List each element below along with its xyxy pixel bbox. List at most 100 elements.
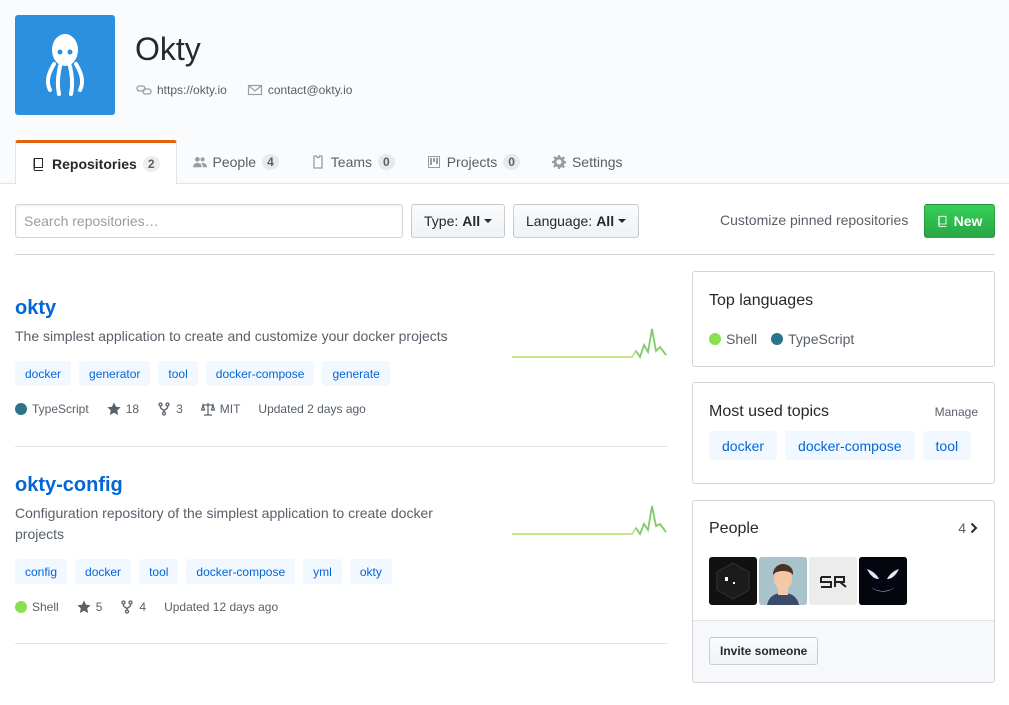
language-item[interactable]: TypeScript bbox=[771, 331, 854, 347]
language-color-dot bbox=[709, 333, 721, 345]
stars-count: 18 bbox=[125, 402, 140, 416]
law-icon bbox=[200, 402, 215, 416]
updated-time: Updated 2 days ago bbox=[258, 402, 366, 416]
repo-language: TypeScript bbox=[15, 402, 89, 416]
divider bbox=[15, 643, 668, 644]
repo-stars[interactable]: 18 bbox=[107, 402, 139, 416]
language-item[interactable]: Shell bbox=[709, 331, 757, 347]
star-icon bbox=[77, 600, 91, 613]
tab-people[interactable]: People 4 bbox=[177, 140, 295, 184]
topic-tag[interactable]: tool bbox=[158, 361, 198, 386]
topic-tag[interactable]: config bbox=[15, 559, 68, 584]
repo-name-link[interactable]: okty-config bbox=[15, 474, 668, 497]
invite-someone-button[interactable]: Invite someone bbox=[709, 637, 819, 665]
topics-title: Most used topics bbox=[709, 403, 830, 420]
caret-down-icon bbox=[484, 219, 493, 223]
repo-language: Shell bbox=[15, 600, 59, 614]
repo-forks[interactable]: 4 bbox=[120, 600, 146, 614]
topic-tag[interactable]: okty bbox=[349, 559, 392, 584]
tab-label: Projects bbox=[446, 154, 498, 170]
tab-settings[interactable]: Settings bbox=[536, 140, 639, 184]
people-box: People 4 Invite someone bbox=[692, 500, 995, 683]
tab-label: Teams bbox=[330, 154, 373, 170]
repo-license: MIT bbox=[200, 402, 241, 416]
new-button-label: New bbox=[953, 213, 983, 229]
repo-description: The simplest application to create and c… bbox=[15, 328, 448, 344]
tab-counter: 2 bbox=[142, 155, 160, 172]
language-name: TypeScript bbox=[788, 331, 855, 347]
avatar[interactable] bbox=[709, 557, 757, 605]
people-title: People bbox=[709, 520, 759, 537]
repo-topics: config docker tool docker-compose yml ok… bbox=[15, 559, 668, 584]
new-repository-button[interactable]: New bbox=[924, 204, 995, 238]
org-meta: https://okty.io contact@okty.io bbox=[136, 83, 352, 97]
type-filter-value: All bbox=[462, 213, 481, 229]
jersey-icon bbox=[313, 155, 323, 169]
repo-item: okty-config Configuration repository of … bbox=[15, 474, 668, 614]
org-name: Okty bbox=[135, 31, 201, 67]
avatar[interactable] bbox=[809, 557, 857, 605]
repo-meta: Shell 5 4 Updated 12 days ago bbox=[15, 600, 668, 614]
topic-tag[interactable]: tool bbox=[922, 431, 972, 460]
sr-logo-avatar-icon bbox=[809, 557, 857, 605]
star-icon bbox=[107, 402, 121, 415]
email-text: contact@okty.io bbox=[267, 83, 353, 97]
repo-name-link[interactable]: okty bbox=[15, 297, 668, 320]
person-avatar-icon bbox=[759, 557, 807, 605]
language-color-dot bbox=[15, 403, 27, 415]
email-link[interactable]: contact@okty.io bbox=[247, 83, 353, 97]
org-tabs: Repositories 2 People 4 Teams 0 Projects… bbox=[15, 140, 639, 185]
top-languages-title: Top languages bbox=[709, 292, 814, 309]
gear-icon bbox=[551, 155, 566, 169]
tab-repositories[interactable]: Repositories 2 bbox=[15, 140, 177, 185]
type-filter-dropdown[interactable]: Type: All bbox=[411, 204, 506, 238]
topic-tag[interactable]: tool bbox=[139, 559, 179, 584]
top-languages-box: Top languages Shell TypeScript bbox=[692, 271, 995, 367]
repo-description: Configuration repository of the simplest… bbox=[15, 505, 433, 542]
type-filter-label: Type: bbox=[424, 213, 459, 229]
language-color-dot bbox=[771, 333, 784, 345]
topic-tag[interactable]: yml bbox=[303, 559, 342, 584]
octopus-logo-icon bbox=[45, 34, 85, 96]
repo-stars[interactable]: 5 bbox=[77, 600, 102, 614]
tab-projects[interactable]: Projects 0 bbox=[411, 140, 536, 184]
topic-tag[interactable]: docker-compose bbox=[785, 431, 915, 460]
updated-time: Updated 12 days ago bbox=[164, 600, 279, 614]
topic-tag[interactable]: docker-compose bbox=[205, 361, 315, 386]
repo-forks[interactable]: 3 bbox=[157, 402, 183, 416]
people-avatars bbox=[709, 557, 907, 605]
language-filter-dropdown[interactable]: Language: All bbox=[513, 204, 640, 238]
manage-topics-link[interactable]: Manage bbox=[935, 405, 978, 419]
divider bbox=[15, 446, 668, 447]
people-count-link[interactable]: 4 bbox=[958, 520, 978, 536]
tab-teams[interactable]: Teams 0 bbox=[295, 140, 411, 184]
repo-topics: docker generator tool docker-compose gen… bbox=[15, 361, 668, 386]
search-repositories-input[interactable] bbox=[15, 204, 403, 238]
divider bbox=[15, 254, 995, 255]
topic-tag[interactable]: generate bbox=[322, 361, 390, 386]
topic-tag[interactable]: docker bbox=[709, 431, 778, 460]
tab-counter: 4 bbox=[262, 154, 279, 170]
avatar[interactable] bbox=[759, 557, 807, 605]
repo-meta: TypeScript 18 3 MIT Updated 2 days ago bbox=[15, 402, 668, 416]
language-name: TypeScript bbox=[32, 402, 89, 416]
customize-pinned-link[interactable]: Customize pinned repositories bbox=[720, 212, 908, 228]
link-icon bbox=[136, 85, 152, 95]
topic-tag[interactable]: docker-compose bbox=[186, 559, 296, 584]
org-header: Okty https://okty.io contact@okty.io Rep… bbox=[0, 0, 1009, 185]
language-color-dot bbox=[15, 601, 27, 613]
topic-tag[interactable]: docker bbox=[15, 361, 72, 386]
avatar[interactable] bbox=[859, 557, 907, 605]
tab-counter: 0 bbox=[503, 154, 520, 170]
topic-tag[interactable]: generator bbox=[79, 361, 151, 386]
caret-down-icon bbox=[618, 219, 627, 223]
forks-count: 3 bbox=[176, 402, 183, 416]
tab-label: Repositories bbox=[52, 155, 137, 172]
topic-list: docker docker-compose tool bbox=[709, 431, 972, 460]
license-name: MIT bbox=[219, 402, 241, 416]
topics-box: Most used topics Manage docker docker-co… bbox=[692, 382, 995, 484]
website-link[interactable]: https://okty.io bbox=[136, 83, 227, 97]
project-icon bbox=[427, 156, 440, 168]
topic-tag[interactable]: docker bbox=[75, 559, 132, 584]
tab-label: People bbox=[212, 154, 257, 170]
